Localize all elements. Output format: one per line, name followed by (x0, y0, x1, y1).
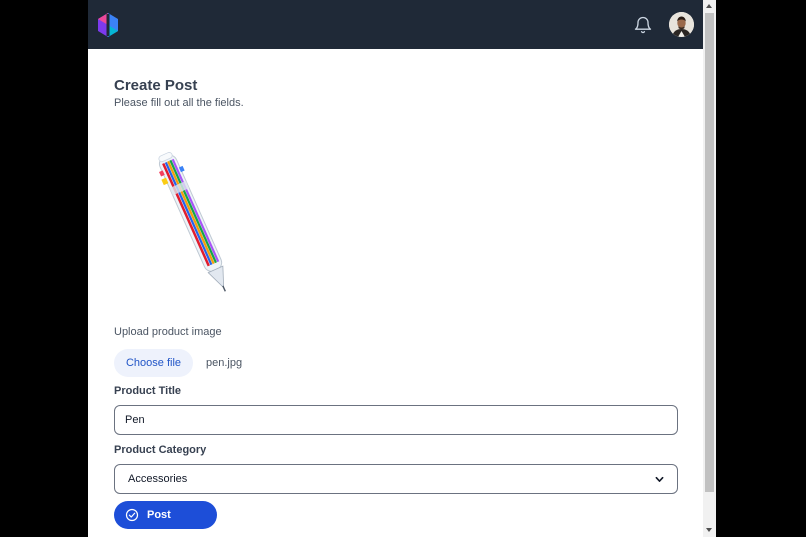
scroll-up-arrow-icon[interactable] (706, 4, 712, 8)
topbar-actions (633, 12, 694, 37)
bell-icon[interactable] (633, 15, 653, 35)
upload-image-label: Upload product image (114, 326, 222, 338)
check-circle-icon (125, 508, 139, 522)
selected-file-name: pen.jpg (206, 357, 243, 369)
top-navbar (88, 0, 703, 49)
post-button[interactable]: Post (114, 501, 217, 529)
browser-viewport: Create Post Please fill out all the fiel… (88, 0, 716, 537)
product-category-select[interactable]: Accessories (114, 464, 678, 494)
product-title-label: Product Title (114, 385, 182, 397)
product-title-input[interactable] (114, 405, 678, 435)
choose-file-button[interactable]: Choose file (114, 349, 193, 377)
chevron-down-icon (655, 475, 664, 484)
selected-category: Accessories (128, 473, 188, 485)
vertical-scrollbar[interactable] (703, 0, 716, 537)
scroll-down-arrow-icon[interactable] (706, 528, 712, 532)
logo-icon[interactable] (96, 12, 120, 38)
user-avatar[interactable] (669, 12, 694, 37)
scrollbar-thumb[interactable] (705, 13, 714, 492)
product-category-label: Product Category (114, 444, 207, 456)
page-subtitle: Please fill out all the fields. (114, 97, 244, 109)
page-title: Create Post (114, 77, 198, 94)
post-button-label: Post (147, 509, 171, 521)
product-image-preview (154, 146, 234, 301)
